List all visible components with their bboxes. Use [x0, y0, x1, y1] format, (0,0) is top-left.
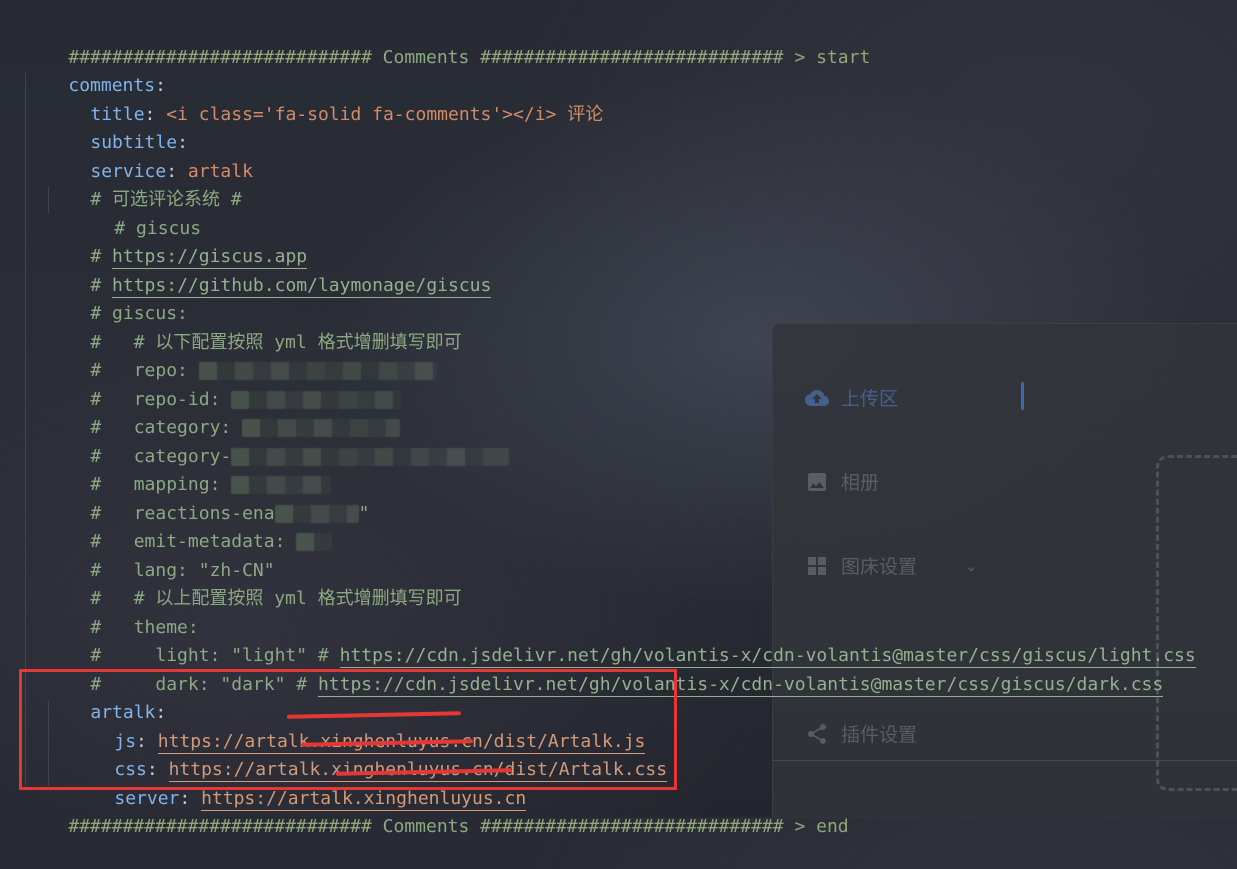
- comment-line-lang: # lang: "zh-CN": [90, 560, 275, 581]
- comment-line-systems: # 可选评论系统 #: [90, 189, 242, 210]
- comment-line-config-note-start: # # 以下配置按照 yml 格式增删填写即可: [90, 332, 462, 353]
- comment-line-repo: # repo:: [25, 329, 437, 381]
- comment-line-theme: # theme:: [90, 617, 199, 638]
- comment-line-light-theme-link[interactable]: # light: "light" # https://cdn.jsdelivr.…: [25, 614, 1196, 668]
- section-header-start: ############################ Comments ##…: [68, 47, 871, 68]
- section-header-end: ############################ Comments ##…: [68, 816, 849, 837]
- yaml-line-service: service: artalk: [90, 161, 253, 182]
- comment-line-emit-metadata: # emit-metadata:: [25, 500, 333, 552]
- yaml-line-title: title: <i class='fa-solid fa-comments'><…: [90, 104, 604, 125]
- yaml-line-comments: comments:: [68, 75, 166, 96]
- comment-line-mapping: # mapping:: [25, 443, 332, 495]
- comment-line-repo-id: # repo-id:: [25, 358, 402, 410]
- code-editor[interactable]: ############################ Comments ##…: [0, 0, 1237, 837]
- comment-line-config-note-end: # # 以上配置按照 yml 格式增删填写即可: [90, 588, 462, 609]
- yaml-line-subtitle: subtitle:: [90, 132, 188, 153]
- comment-line-giscus: # giscus: [114, 218, 202, 239]
- comment-line-category-id: # category-: [25, 415, 510, 467]
- yaml-line-artalk: artalk:: [90, 702, 167, 723]
- comment-line-giscus-config: # giscus:: [90, 303, 188, 324]
- blurred-emit-metadata-value: [296, 533, 333, 551]
- comment-line-reactions: # reactions-ena ": [90, 503, 370, 524]
- comment-line-github-link[interactable]: # https://github.com/laymonage/giscus: [25, 244, 492, 298]
- comment-line-category: # category:: [25, 386, 401, 438]
- comment-line-dark-theme-link[interactable]: # dark: "dark" # https://cdn.jsdelivr.ne…: [25, 643, 1164, 697]
- comment-line-giscus-app-link[interactable]: # https://giscus.app: [25, 215, 308, 269]
